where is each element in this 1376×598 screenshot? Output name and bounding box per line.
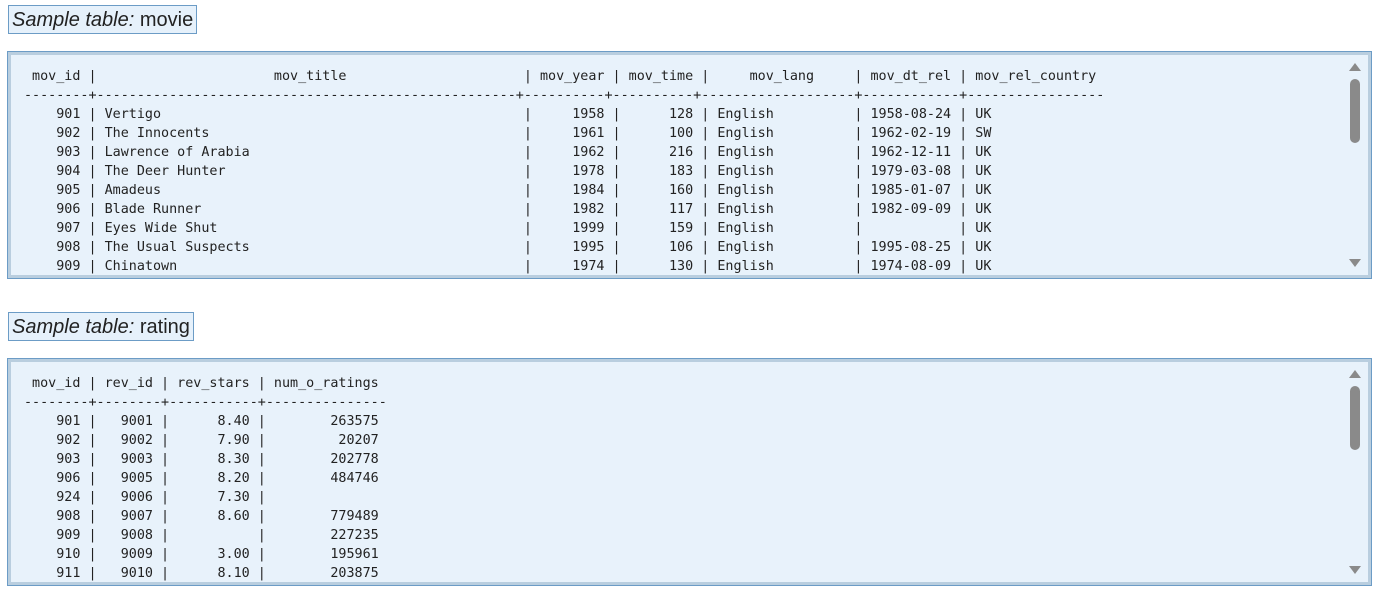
rating-table-caption: Sample table: rating [8, 312, 194, 341]
table-row: 903 | 9003 | 8.30 | 202778 [24, 452, 379, 467]
scroll-up-arrow-icon[interactable] [1349, 370, 1361, 378]
movie-table-scrollbar[interactable] [1342, 55, 1368, 275]
table-row: 910 | 9009 | 3.00 | 195961 [24, 547, 379, 562]
caption-table-name: movie [139, 9, 194, 31]
rating-table-panel[interactable]: mov_id | rev_id | rev_stars | num_o_rati… [7, 358, 1372, 586]
table-row: 906 | 9005 | 8.20 | 484746 [24, 471, 379, 486]
table-row: 905 | Amadeus | 1984 | 160 | English | 1… [24, 183, 992, 198]
table-header-row: mov_id | rev_id | rev_stars | num_o_rati… [24, 376, 379, 391]
scrollbar-thumb[interactable] [1350, 79, 1360, 143]
movie-table-text: mov_id | mov_title | mov_year | mov_time… [24, 67, 1104, 275]
caption-table-name: rating [139, 316, 190, 338]
rating-table-text: mov_id | rev_id | rev_stars | num_o_rati… [24, 374, 387, 582]
table-row: 901 | Vertigo | 1958 | 128 | English | 1… [24, 107, 992, 122]
table-row: 906 | Blade Runner | 1982 | 117 | Englis… [24, 202, 992, 217]
caption-prefix: Sample table: [12, 316, 135, 338]
table-row: 902 | The Innocents | 1961 | 100 | Engli… [24, 126, 992, 141]
table-row: 903 | Lawrence of Arabia | 1962 | 216 | … [24, 145, 992, 160]
table-separator: --------+-------------------------------… [24, 88, 1105, 103]
table-row: 909 | Chinatown | 1974 | 130 | English |… [24, 259, 992, 274]
rating-table-scroll-area[interactable]: mov_id | rev_id | rev_stars | num_o_rati… [11, 362, 1342, 582]
table-row: 908 | 9007 | 8.60 | 779489 [24, 509, 379, 524]
movie-table-scroll-area[interactable]: mov_id | mov_title | mov_year | mov_time… [11, 55, 1342, 275]
caption-prefix: Sample table: [12, 9, 135, 31]
table-row: 924 | 9006 | 7.30 | [24, 490, 266, 505]
scroll-down-arrow-icon[interactable] [1349, 259, 1361, 267]
table-row: 908 | The Usual Suspects | 1995 | 106 | … [24, 240, 992, 255]
scrollbar-thumb[interactable] [1350, 386, 1360, 450]
movie-table-panel[interactable]: mov_id | mov_title | mov_year | mov_time… [7, 51, 1372, 279]
table-row: 901 | 9001 | 8.40 | 263575 [24, 414, 379, 429]
table-row: 904 | The Deer Hunter | 1978 | 183 | Eng… [24, 164, 992, 179]
rating-table-scrollbar[interactable] [1342, 362, 1368, 582]
table-row: 909 | 9008 | | 227235 [24, 528, 379, 543]
scroll-down-arrow-icon[interactable] [1349, 566, 1361, 574]
table-row: 907 | Eyes Wide Shut | 1999 | 159 | Engl… [24, 221, 992, 236]
scroll-up-arrow-icon[interactable] [1349, 63, 1361, 71]
movie-table-caption: Sample table: movie [8, 5, 198, 34]
table-row: 911 | 9010 | 8.10 | 203875 [24, 566, 379, 581]
table-separator: --------+--------+-----------+----------… [24, 395, 387, 410]
table-header-row: mov_id | mov_title | mov_year | mov_time… [24, 69, 1097, 84]
table-row: 902 | 9002 | 7.90 | 20207 [24, 433, 379, 448]
